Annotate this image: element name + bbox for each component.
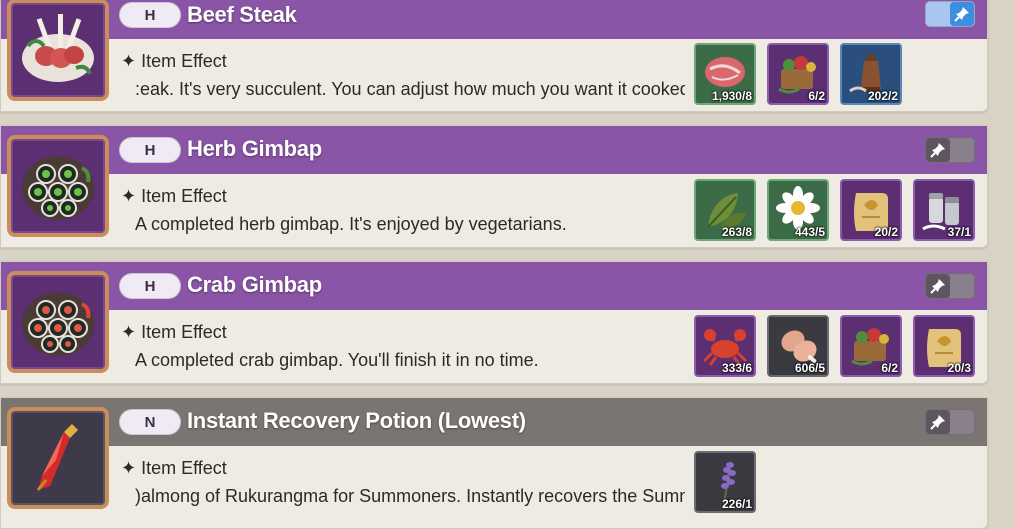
item-description: A completed herb gimbap. It's enjoyed by… — [135, 214, 567, 234]
pin-toggle[interactable] — [925, 1, 975, 27]
item-effect-label: Item Effect — [141, 322, 227, 342]
ingredient-count: 202/2 — [867, 89, 898, 103]
recipe-card-herb-gimbap[interactable]: H Herb Gimbap ✦ Item Effect A completed … — [0, 125, 988, 248]
ingredient-count: 20/2 — [874, 225, 898, 239]
ingredient-count: 443/5 — [794, 225, 825, 239]
ingredient-count: 6/2 — [808, 89, 825, 103]
potion-crystal-icon — [36, 424, 78, 491]
item-effect-title: ✦ Item Effect — [121, 322, 227, 342]
item-effect-title: ✦ Item Effect — [121, 458, 227, 478]
pin-icon — [926, 410, 950, 434]
item-icon-frame[interactable] — [7, 271, 109, 373]
ingredient-slot[interactable]: 333/6 — [694, 315, 756, 377]
item-effect-title: ✦ Item Effect — [121, 186, 227, 206]
pin-icon — [926, 138, 950, 162]
ingredient-count: 333/6 — [721, 361, 752, 375]
ingredient-slot[interactable]: 1,930/8 — [694, 43, 756, 105]
pin-icon — [926, 274, 950, 298]
item-name: Beef Steak — [187, 2, 297, 27]
grade-badge: N — [119, 409, 181, 435]
item-name: Herb Gimbap — [187, 136, 322, 161]
item-effect-title: ✦ Item Effect — [121, 51, 227, 71]
pin-toggle[interactable] — [925, 137, 975, 163]
item-effect-label: Item Effect — [141, 458, 227, 478]
ingredient-count: 37/1 — [947, 225, 971, 239]
item-description: )almong of Rukurangma for Summoners. Ins… — [135, 486, 685, 506]
pin-icon — [950, 2, 974, 26]
ingredient-slot[interactable]: 6/2 — [840, 315, 902, 377]
ingredient-slot[interactable]: 20/3 — [913, 315, 975, 377]
grade-badge: H — [119, 137, 181, 163]
ingredient-slot[interactable]: 443/5 — [767, 179, 829, 241]
ingredient-slot[interactable]: 263/8 — [694, 179, 756, 241]
item-description: A completed crab gimbap. You'll finish i… — [135, 350, 539, 370]
pin-toggle[interactable] — [925, 409, 975, 435]
ingredient-count: 20/3 — [947, 361, 971, 375]
ingredient-slot[interactable]: 6/2 — [767, 43, 829, 105]
recipe-card-beef-steak[interactable]: H Beef Steak ✦ Item Effect :eak. It's ve… — [0, 0, 988, 112]
beef-steak-icon — [22, 14, 94, 82]
item-description: :eak. It's very succulent. You can adjus… — [135, 79, 685, 99]
ingredient-slot[interactable]: 20/2 — [840, 179, 902, 241]
item-name: Instant Recovery Potion (Lowest) — [187, 408, 526, 433]
crab-gimbap-icon — [22, 292, 94, 356]
ingredient-slot[interactable]: 37/1 — [913, 179, 975, 241]
ingredient-slot[interactable]: 226/1 — [694, 451, 756, 513]
pin-toggle[interactable] — [925, 273, 975, 299]
item-icon-frame[interactable] — [7, 135, 109, 237]
item-effect-label: Item Effect — [141, 51, 227, 71]
ingredient-count: 6/2 — [881, 361, 898, 375]
ingredient-slot[interactable]: 202/2 — [840, 43, 902, 105]
recipe-card-instant-recovery-potion[interactable]: N Instant Recovery Potion (Lowest) ✦ Ite… — [0, 397, 988, 529]
ingredient-count: 1,930/8 — [711, 89, 752, 103]
ingredient-slot[interactable]: 606/5 — [767, 315, 829, 377]
ingredient-count: 226/1 — [721, 497, 752, 511]
ingredient-count: 263/8 — [721, 225, 752, 239]
item-icon-frame[interactable] — [7, 0, 109, 101]
ingredient-count: 606/5 — [794, 361, 825, 375]
grade-badge: H — [119, 2, 181, 28]
item-icon-frame[interactable] — [7, 407, 109, 509]
recipe-card-crab-gimbap[interactable]: H Crab Gimbap ✦ Item Effect A completed … — [0, 261, 988, 384]
item-effect-label: Item Effect — [141, 186, 227, 206]
item-name: Crab Gimbap — [187, 272, 322, 297]
herb-gimbap-icon — [22, 156, 94, 220]
grade-badge: H — [119, 273, 181, 299]
